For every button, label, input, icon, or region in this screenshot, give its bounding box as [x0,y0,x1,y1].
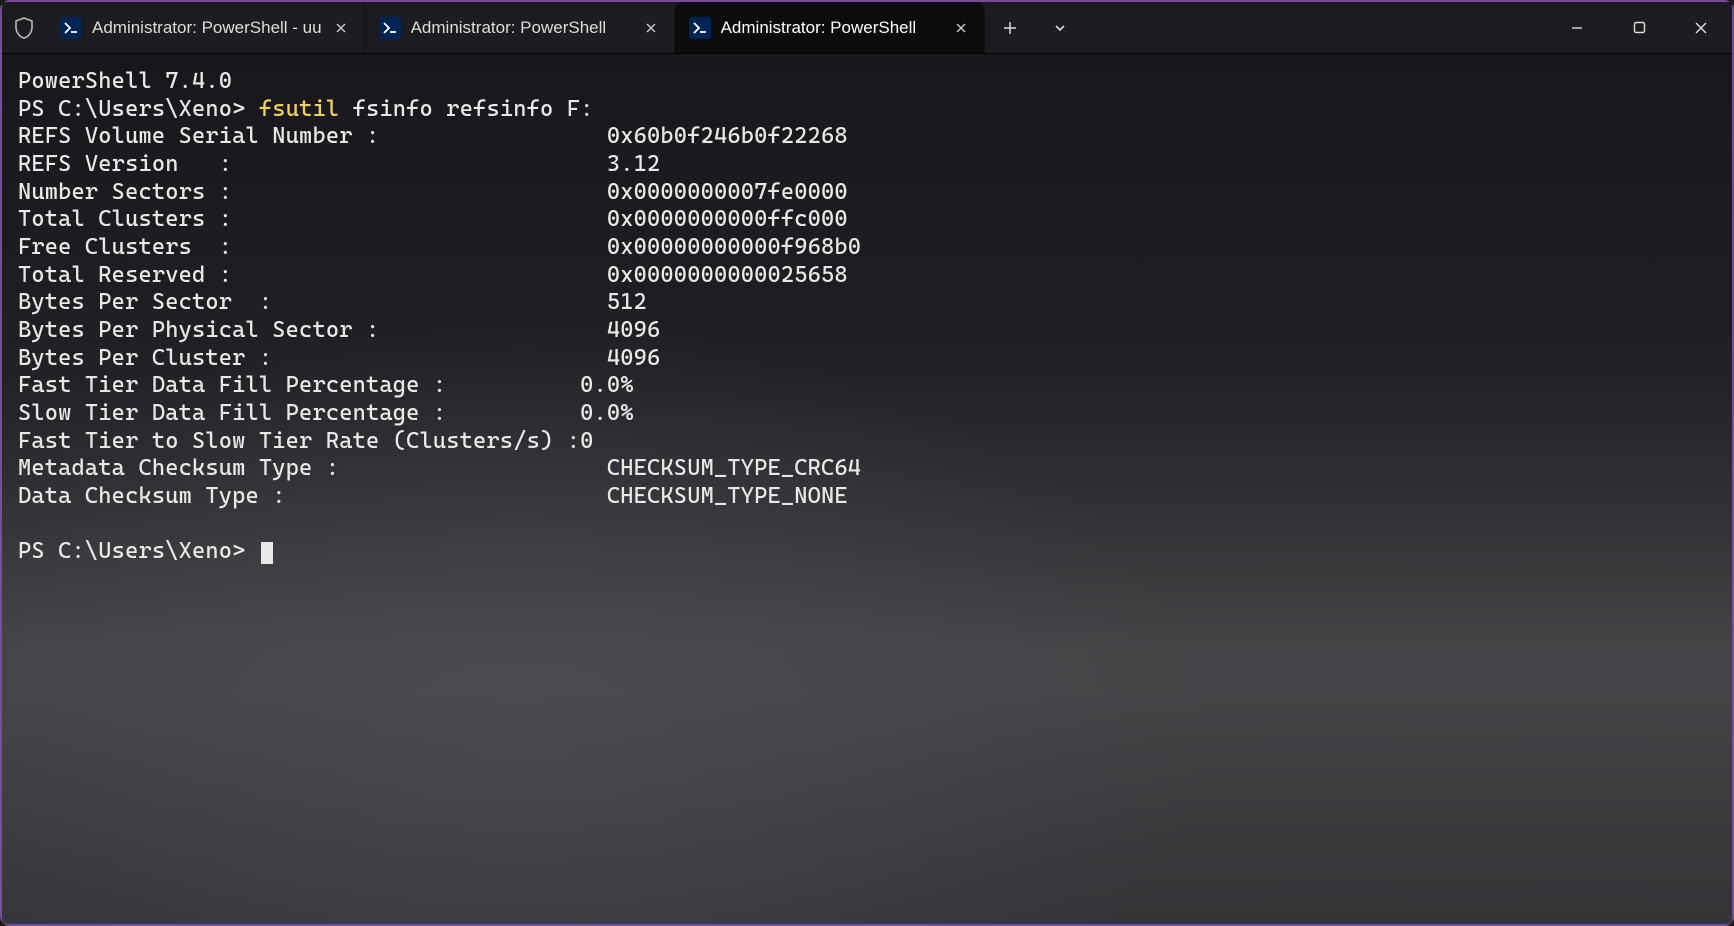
output-label: Total Clusters : [18,206,607,232]
output-row: REFS Version : 3.12 [18,151,1716,179]
command-name: fsutil [259,96,339,122]
output-row: Total Clusters : 0x0000000000ffc000 [18,206,1716,234]
prompt-text: PS C:\Users\Xeno> [18,538,246,564]
cursor [261,542,273,564]
output-row: Number Sectors : 0x0000000007fe0000 [18,179,1716,207]
new-tab-button[interactable] [985,2,1035,53]
output-row: Data Checksum Type : CHECKSUM_TYPE_NONE [18,483,1716,511]
output-row: Free Clusters : 0x00000000000f968b0 [18,234,1716,262]
output-value: 4096 [607,317,661,343]
output-row: Bytes Per Physical Sector : 4096 [18,317,1716,345]
blank-line [18,511,1716,539]
close-tab-icon[interactable] [952,19,970,37]
output-label: Bytes Per Sector : [18,289,607,315]
output-row: Fast Tier Data Fill Percentage : 0.0% [18,372,1716,400]
version-line: PowerShell 7.4.0 [18,68,1716,96]
close-tab-icon[interactable] [642,19,660,37]
output-row: REFS Volume Serial Number : 0x60b0f246b0… [18,123,1716,151]
output-label: Fast Tier to Slow Tier Rate (Clusters/s)… [18,428,580,454]
output-value: 0 [580,428,593,454]
output-value: 0x0000000000025658 [607,262,848,288]
output-label: REFS Volume Serial Number : [18,123,607,149]
tab-label: Administrator: PowerShell - uu [92,18,322,38]
powershell-icon [60,17,82,39]
output-label: REFS Version : [18,151,607,177]
output-row: Bytes Per Cluster : 4096 [18,345,1716,373]
output-label: Bytes Per Cluster : [18,345,607,371]
prompt-text: PS C:\Users\Xeno> [18,96,246,122]
output-value: 0.0% [580,372,634,398]
output-value: CHECKSUM_TYPE_NONE [607,483,848,509]
output-label: Slow Tier Data Fill Percentage : [18,400,580,426]
output-row: Fast Tier to Slow Tier Rate (Clusters/s)… [18,428,1716,456]
command-line: PS C:\Users\Xeno> fsutil fsinfo refsinfo… [18,96,1716,124]
output-value: 512 [607,289,647,315]
output-label: Fast Tier Data Fill Percentage : [18,372,580,398]
output-row: Metadata Checksum Type : CHECKSUM_TYPE_C… [18,455,1716,483]
output-value: CHECKSUM_TYPE_CRC64 [607,455,861,481]
command-args: fsinfo refsinfo F: [353,96,594,122]
close-button[interactable] [1670,2,1732,53]
output-value: 0x0000000000ffc000 [607,206,848,232]
output-value: 3.12 [607,151,661,177]
titlebar: Administrator: PowerShell - uu Administra… [2,2,1732,54]
output-row: Total Reserved : 0x0000000000025658 [18,262,1716,290]
prompt-line: PS C:\Users\Xeno> [18,538,1716,566]
shield-icon [2,17,46,39]
tabs-container: Administrator: PowerShell - uu Administra… [46,2,985,53]
output-label: Metadata Checksum Type : [18,455,607,481]
powershell-icon [689,17,711,39]
output-value: 0.0% [580,400,634,426]
minimize-button[interactable] [1546,2,1608,53]
tab-actions [985,2,1085,53]
output-row: Bytes Per Sector : 512 [18,289,1716,317]
output-row: Slow Tier Data Fill Percentage : 0.0% [18,400,1716,428]
output-label: Bytes Per Physical Sector : [18,317,607,343]
tab-label: Administrator: PowerShell [721,18,942,38]
close-tab-icon[interactable] [332,19,350,37]
output-value: 0x0000000007fe0000 [607,179,848,205]
tab-2[interactable]: Administrator: PowerShell [675,2,985,53]
output-value: 4096 [607,345,661,371]
output-label: Total Reserved : [18,262,607,288]
output-label: Free Clusters : [18,234,607,260]
tab-label: Administrator: PowerShell [411,18,632,38]
window-controls [1546,2,1732,53]
tab-1[interactable]: Administrator: PowerShell [365,2,675,53]
terminal-output[interactable]: PowerShell 7.4.0PS C:\Users\Xeno> fsutil… [2,54,1732,924]
tab-0[interactable]: Administrator: PowerShell - uu [46,2,365,53]
output-label: Data Checksum Type : [18,483,607,509]
output-value: 0x60b0f246b0f22268 [607,123,848,149]
terminal-window: Administrator: PowerShell - uu Administra… [0,0,1734,926]
maximize-button[interactable] [1608,2,1670,53]
tab-dropdown-button[interactable] [1035,2,1085,53]
output-value: 0x00000000000f968b0 [607,234,861,260]
output-label: Number Sectors : [18,179,607,205]
powershell-icon [379,17,401,39]
